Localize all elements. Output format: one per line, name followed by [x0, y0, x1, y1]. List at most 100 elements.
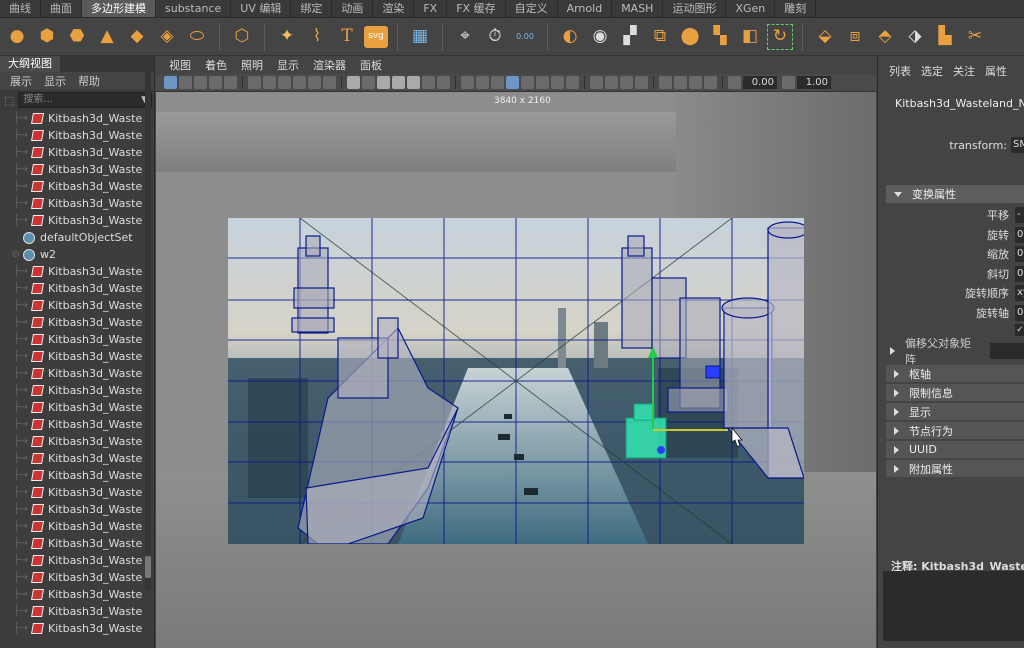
grease-pencil-icon[interactable]: [248, 76, 261, 89]
tab-11[interactable]: Arnold: [558, 0, 613, 17]
menu-item-list[interactable]: 列表: [889, 63, 911, 79]
outliner-item[interactable]: ├→ Kitbash3d_Waste: [0, 195, 154, 212]
tab-6[interactable]: 动画: [332, 0, 374, 17]
gamma-field[interactable]: 1.00: [797, 76, 831, 89]
torus-icon[interactable]: ◆: [124, 24, 150, 50]
image-plane-icon[interactable]: [209, 76, 222, 89]
outliner-item[interactable]: ├→ Kitbash3d_Waste: [0, 382, 154, 399]
tab-0[interactable]: 曲线: [0, 0, 41, 17]
outliner-item[interactable]: ├→ Kitbash3d_Waste: [0, 365, 154, 382]
outliner-item[interactable]: ├→ Kitbash3d_Waste: [0, 586, 154, 603]
disc-icon[interactable]: ⬭: [184, 24, 210, 50]
menu-item-lighting[interactable]: 照明: [234, 57, 270, 73]
transform-name-field[interactable]: SM: [1011, 137, 1024, 153]
tower-model[interactable]: [291, 235, 335, 334]
menu-item-shading[interactable]: 着色: [198, 57, 234, 73]
color-mgmt-icon[interactable]: [620, 76, 633, 89]
node-tab[interactable]: Kitbash3d_Wasteland_Nati: [878, 90, 1024, 116]
outliner-item[interactable]: ├→ Kitbash3d_Waste: [0, 552, 154, 569]
outliner-item[interactable]: ├→ Kitbash3d_Waste: [0, 127, 154, 144]
grid-icon[interactable]: [347, 76, 360, 89]
exposure-icon[interactable]: [590, 76, 603, 89]
combine-icon[interactable]: ◐: [557, 24, 583, 50]
platonic-icon[interactable]: ⬡: [229, 24, 255, 50]
section-3[interactable]: 节点行为: [886, 422, 1024, 439]
tab-7[interactable]: 渲染: [373, 0, 415, 17]
outliner-scrollbar[interactable]: [145, 60, 151, 590]
outliner-scroll-thumb[interactable]: [145, 556, 151, 578]
bevel-icon[interactable]: ⬘: [872, 24, 898, 50]
outliner-item[interactable]: ├→ Kitbash3d_Waste: [0, 467, 154, 484]
tab-14[interactable]: XGen: [726, 0, 776, 17]
outliner-item[interactable]: ├→ Kitbash3d_Waste: [0, 620, 154, 637]
ambient-occlusion-icon[interactable]: [521, 76, 534, 89]
multicut-icon[interactable]: ✂: [962, 24, 988, 50]
outliner-item[interactable]: ├→ Kitbash3d_Waste: [0, 178, 154, 195]
outliner-item[interactable]: ├→ Kitbash3d_Waste: [0, 331, 154, 348]
menu-item-focus[interactable]: 关注: [953, 63, 975, 79]
outliner-item[interactable]: ├→ Kitbash3d_Waste: [0, 416, 154, 433]
outliner-item[interactable]: ├→ Kitbash3d_Waste: [0, 535, 154, 552]
outliner-item[interactable]: ├→ Kitbash3d_Waste: [0, 280, 154, 297]
outliner-item[interactable]: ├→ Kitbash3d_Waste: [0, 110, 154, 127]
outliner-item[interactable]: ├→ Kitbash3d_Waste: [0, 399, 154, 416]
append-icon[interactable]: ▙: [932, 24, 958, 50]
notes-textarea[interactable]: [883, 571, 1024, 641]
helix-icon[interactable]: ⌇: [304, 24, 330, 50]
tab-3[interactable]: substance: [156, 0, 232, 17]
inherits-transform-checkbox[interactable]: ✓: [1015, 324, 1024, 336]
frame-all-icon[interactable]: [689, 76, 702, 89]
outliner-item[interactable]: ├→ Kitbash3d_Waste: [0, 518, 154, 535]
attr-field[interactable]: -: [1015, 207, 1024, 223]
wireframe-icon[interactable]: [362, 76, 375, 89]
menu-item-show[interactable]: 显示: [270, 57, 306, 73]
depth-of-field-icon[interactable]: [566, 76, 579, 89]
viewport-canvas[interactable]: 3840 x 2160: [156, 92, 876, 648]
section-0[interactable]: 枢轴: [886, 365, 1024, 382]
boolean-icon[interactable]: ⧉: [647, 24, 673, 50]
sphere-icon[interactable]: ●: [4, 24, 30, 50]
mirror-icon[interactable]: ◧: [737, 24, 763, 50]
attr-field[interactable]: xy: [1015, 285, 1024, 301]
reduce-icon[interactable]: ▚: [707, 24, 733, 50]
shadows-icon[interactable]: [437, 76, 450, 89]
clock-icon[interactable]: ⏱: [482, 24, 508, 50]
outliner-item[interactable]: ├→ Kitbash3d_Waste: [0, 603, 154, 620]
smooth-icon[interactable]: ⬤: [677, 24, 703, 50]
section-4[interactable]: UUID: [886, 441, 1024, 458]
outliner-item[interactable]: ├→ Kitbash3d_Waste: [0, 569, 154, 586]
gamma-reset-icon[interactable]: [782, 76, 795, 89]
outliner-item[interactable]: ├→ Kitbash3d_Waste: [0, 263, 154, 280]
tab-4[interactable]: UV 编辑: [231, 0, 292, 17]
offset-field[interactable]: [989, 343, 1024, 359]
outliner-item[interactable]: ├→ Kitbash3d_Waste: [0, 501, 154, 518]
section-1[interactable]: 限制信息: [886, 384, 1024, 401]
menu-item-display[interactable]: 显示: [44, 73, 66, 89]
attr-field[interactable]: 0: [1015, 226, 1024, 243]
cylinder-icon[interactable]: ⬣: [64, 24, 90, 50]
outliner-item[interactable]: ├→ Kitbash3d_Waste: [0, 144, 154, 161]
extract-icon[interactable]: ▞: [617, 24, 643, 50]
attr-field[interactable]: 0: [1015, 265, 1024, 282]
fill-hole-icon[interactable]: ⬗: [902, 24, 928, 50]
outliner-item[interactable]: ⊖ w2: [0, 246, 154, 263]
outliner-item[interactable]: ├→ Kitbash3d_Waste: [0, 161, 154, 178]
tab-13[interactable]: 运动图形: [663, 0, 727, 17]
select-camera-icon[interactable]: [659, 76, 672, 89]
frame-selected-icon[interactable]: [704, 76, 717, 89]
textured-icon[interactable]: [407, 76, 420, 89]
tab-8[interactable]: FX: [414, 0, 448, 17]
section-2[interactable]: 显示: [886, 403, 1024, 420]
exposure-reset-icon[interactable]: [728, 76, 741, 89]
outliner-tab[interactable]: 大纲视图: [0, 56, 60, 72]
menu-item-show[interactable]: 展示: [10, 73, 32, 89]
bridge-icon[interactable]: ⧈: [842, 24, 868, 50]
outliner-item[interactable]: ├→ Kitbash3d_Waste: [0, 348, 154, 365]
transfer-icon[interactable]: ↻: [767, 23, 793, 50]
outliner-item[interactable]: ├→ Kitbash3d_Waste: [0, 314, 154, 331]
2d-pan-icon[interactable]: [224, 76, 237, 89]
camera-attributes-icon[interactable]: [179, 76, 192, 89]
extrude-icon[interactable]: ⬙: [812, 24, 838, 50]
type-grid-icon[interactable]: ▦: [407, 24, 433, 50]
anti-alias-icon[interactable]: [551, 76, 564, 89]
